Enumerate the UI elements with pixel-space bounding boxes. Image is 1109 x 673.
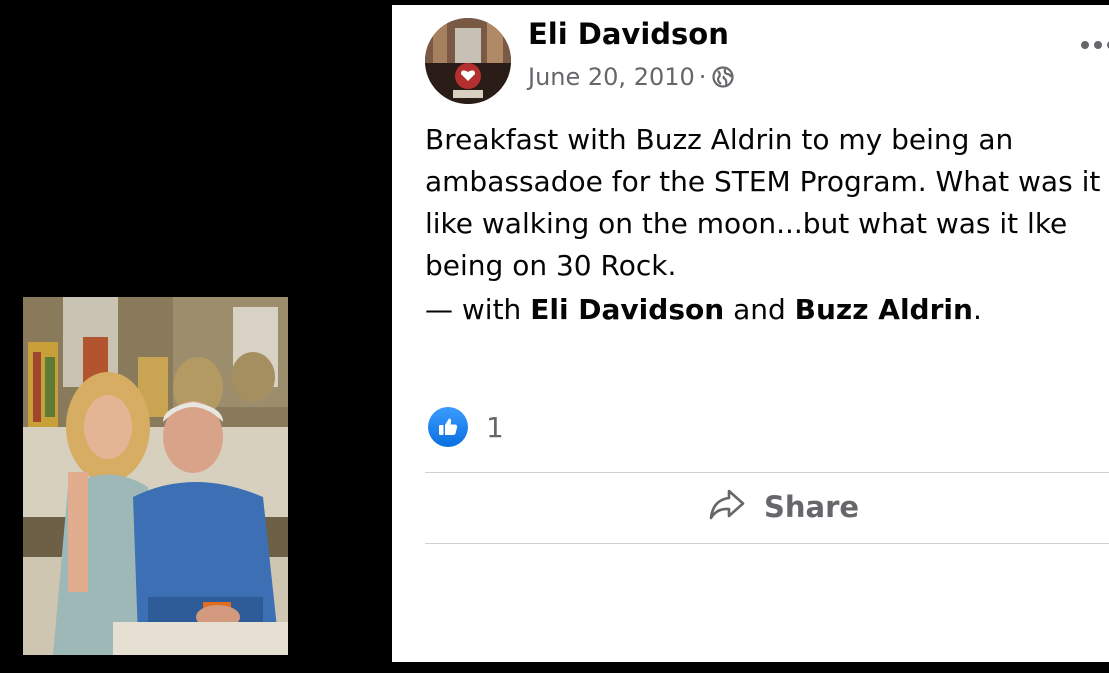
author-avatar[interactable]	[425, 18, 511, 104]
post-panel: Eli Davidson June 20, 2010 · Breakfast w…	[392, 5, 1109, 662]
meta-separator: ·	[698, 63, 707, 91]
tags-conjunction: and	[733, 293, 786, 326]
post-text: Breakfast with Buzz Aldrin to my being a…	[425, 123, 1101, 282]
photo-image	[23, 297, 288, 655]
tag-person-1[interactable]: Eli Davidson	[530, 293, 724, 326]
globe-icon[interactable]	[712, 66, 735, 88]
post-meta: June 20, 2010 ·	[528, 63, 735, 91]
divider-bottom	[425, 543, 1109, 544]
post-date[interactable]: June 20, 2010	[528, 63, 695, 91]
tagged-people: — with Eli Davidson and Buzz Aldrin.	[425, 293, 982, 326]
share-icon	[708, 488, 746, 526]
tags-prefix: — with	[425, 293, 522, 326]
photo-viewer: Eli Davidson June 20, 2010 · Breakfast w…	[0, 0, 1109, 673]
divider-top	[425, 472, 1109, 473]
like-icon	[428, 407, 468, 447]
share-label: Share	[764, 490, 860, 524]
author-name[interactable]: Eli Davidson	[528, 17, 729, 51]
avatar-image	[425, 18, 511, 104]
share-button[interactable]: Share	[708, 488, 859, 526]
reactions-summary[interactable]: 1	[428, 407, 504, 447]
post-photo[interactable]	[23, 297, 288, 655]
tags-suffix: .	[972, 293, 982, 326]
more-options-icon[interactable]	[1081, 41, 1109, 49]
reaction-count: 1	[486, 410, 504, 444]
tag-person-2[interactable]: Buzz Aldrin	[795, 293, 973, 326]
